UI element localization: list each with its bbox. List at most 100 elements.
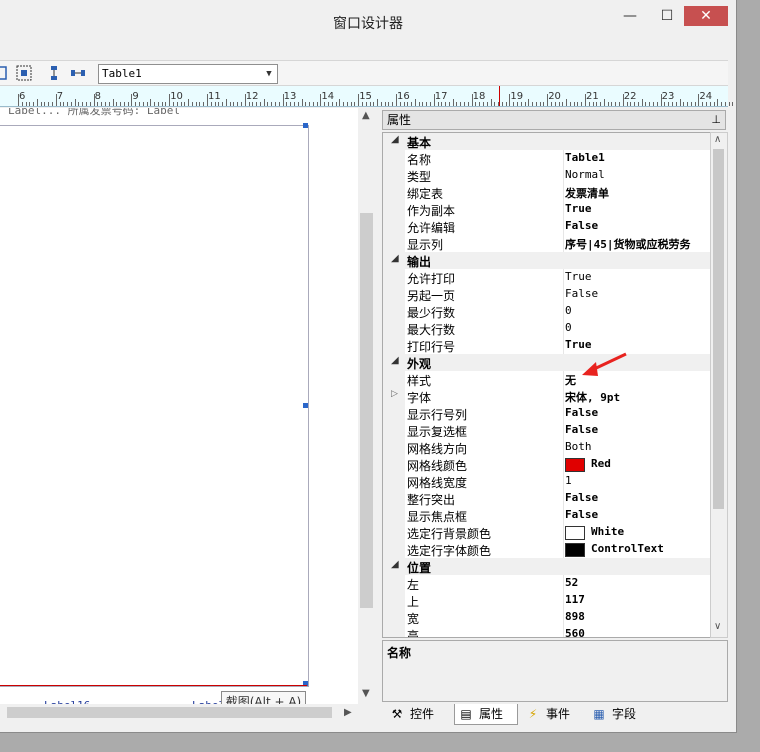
canvas-horizontal-scrollbar[interactable]: ▶ — [0, 704, 358, 721]
property-row[interactable]: 样式 无 — [383, 371, 711, 388]
ruler-tick — [396, 94, 397, 106]
scroll-right-icon[interactable]: ▶ — [344, 707, 352, 718]
center-selection-icon[interactable] — [16, 65, 32, 81]
ruler-number: 9 — [132, 91, 139, 102]
property-value[interactable]: Both — [565, 440, 592, 453]
ruler-tick — [660, 94, 662, 106]
property-row[interactable]: ▷ 字体 宋体, 9pt — [383, 388, 711, 405]
minimize-button[interactable]: — — [610, 6, 650, 26]
property-row[interactable]: 显示行号列 False — [383, 405, 711, 422]
property-row[interactable]: 绑定表 发票清单 — [383, 184, 711, 201]
title-bar[interactable]: 窗口设计器 — ☐ ✕ — [0, 0, 736, 40]
property-row[interactable]: 显示复选框 False — [383, 422, 711, 439]
collapse-icon[interactable]: ◢ — [391, 559, 399, 570]
property-row[interactable]: 网格线颜色 Red — [383, 456, 711, 473]
tab-events[interactable]: ⚡ 事件 — [526, 704, 582, 724]
property-value[interactable]: False — [565, 219, 598, 232]
property-row[interactable]: 宽 898 — [383, 609, 711, 626]
property-value[interactable]: 序号|45|货物或应税劳务 — [565, 236, 691, 252]
property-row[interactable]: 打印行号 True — [383, 337, 711, 354]
property-row[interactable]: 网格线方向 Both — [383, 439, 711, 456]
property-category[interactable]: ◢ 外观 — [383, 354, 711, 371]
property-row[interactable]: 选定行字体颜色 ControlText — [383, 541, 711, 558]
align-grid-icon[interactable] — [0, 65, 12, 81]
property-value[interactable]: False — [565, 406, 598, 419]
property-value[interactable]: 发票清单 — [565, 185, 609, 201]
property-value[interactable]: 无 — [565, 372, 576, 388]
horizontal-spacing-icon[interactable] — [70, 65, 86, 81]
property-name: 网格线颜色 — [407, 459, 468, 473]
property-row[interactable]: 作为副本 True — [383, 201, 711, 218]
resize-handle[interactable] — [303, 123, 308, 128]
property-value[interactable]: 宋体, 9pt — [565, 389, 620, 405]
property-value[interactable]: 1 — [565, 474, 572, 487]
ruler-tick — [422, 102, 424, 106]
maximize-button[interactable]: ☐ — [650, 6, 684, 26]
tab-controls[interactable]: ⚒ 控件 — [390, 704, 450, 724]
property-value[interactable]: 0 — [565, 321, 572, 334]
property-value[interactable]: 117 — [565, 593, 585, 606]
property-row[interactable]: 另起一页 False — [383, 286, 711, 303]
scroll-down-icon[interactable]: ▼ — [362, 688, 370, 699]
property-value[interactable]: False — [565, 508, 598, 521]
property-value[interactable]: 898 — [565, 610, 585, 623]
vertical-spacing-icon[interactable] — [46, 65, 62, 81]
collapse-icon[interactable]: ◢ — [391, 355, 399, 366]
property-category[interactable]: ◢ 输出 — [383, 252, 711, 269]
close-button[interactable]: ✕ — [684, 6, 728, 26]
collapse-icon[interactable]: ◢ — [391, 134, 399, 145]
property-row[interactable]: 显示焦点框 False — [383, 507, 711, 524]
scroll-thumb[interactable] — [713, 149, 724, 509]
collapse-icon[interactable]: ◢ — [391, 253, 399, 264]
property-category[interactable]: ◢ 基本 — [383, 133, 711, 150]
property-row[interactable]: 最大行数 0 — [383, 320, 711, 337]
chevron-down-icon[interactable]: ▼ — [263, 66, 275, 82]
ruler-tick — [717, 99, 719, 106]
scroll-up-icon[interactable]: ▲ — [362, 110, 370, 121]
property-row[interactable]: 显示列 序号|45|货物或应税劳务 — [383, 235, 711, 252]
property-value[interactable]: Red — [591, 457, 611, 470]
property-value[interactable]: ControlText — [591, 542, 664, 555]
chevron-down-icon[interactable]: ∨ — [714, 621, 721, 632]
table-control[interactable] — [0, 125, 309, 687]
property-row[interactable]: 高 560 — [383, 626, 711, 637]
ruler-tick — [33, 102, 35, 106]
property-value[interactable]: False — [565, 287, 598, 300]
property-value[interactable]: Normal — [565, 168, 605, 181]
tab-fields[interactable]: ▦ 字段 — [592, 704, 648, 724]
ruler-tick — [668, 102, 670, 106]
expand-icon[interactable]: ▷ — [391, 389, 398, 399]
property-value[interactable]: 0 — [565, 304, 572, 317]
property-value[interactable]: False — [565, 423, 598, 436]
property-row[interactable]: 选定行背景颜色 White — [383, 524, 711, 541]
property-value[interactable]: False — [565, 491, 598, 504]
property-row[interactable]: 左 52 — [383, 575, 711, 592]
property-value[interactable]: 560 — [565, 627, 585, 637]
property-row[interactable]: 允许编辑 False — [383, 218, 711, 235]
scroll-thumb[interactable] — [360, 213, 373, 608]
scroll-thumb[interactable] — [7, 707, 332, 718]
property-grid-scrollbar[interactable]: ∧ ∨ — [710, 132, 728, 638]
property-row[interactable]: 网格线宽度 1 — [383, 473, 711, 490]
control-select-combo[interactable]: Table1 ▼ — [98, 64, 278, 84]
design-canvas[interactable]: Label... 所属发票号码: Label Label16 Label17 截… — [0, 108, 358, 708]
property-row[interactable]: 最少行数 0 — [383, 303, 711, 320]
property-row[interactable]: 整行突出 False — [383, 490, 711, 507]
property-value[interactable]: True — [565, 202, 592, 215]
property-row[interactable]: 名称 Table1 — [383, 150, 711, 167]
property-row[interactable]: 允许打印 True — [383, 269, 711, 286]
property-grid[interactable]: ◢ 基本 名称 Table1 类型 Normal 绑定表 发票清单 作为副本 True 允许编辑 Fa… — [382, 132, 712, 638]
property-row[interactable]: 上 117 — [383, 592, 711, 609]
canvas-vertical-scrollbar[interactable]: ▲ ▼ — [358, 108, 375, 704]
property-value[interactable]: True — [565, 270, 592, 283]
resize-handle[interactable] — [303, 403, 308, 408]
property-value[interactable]: White — [591, 525, 624, 538]
pin-icon[interactable]: ⊥ — [711, 111, 721, 129]
tab-properties[interactable]: ▤ 属性 — [454, 704, 518, 725]
ruler-tick — [585, 94, 586, 106]
property-value[interactable]: Table1 — [565, 151, 605, 164]
property-value[interactable]: 52 — [565, 576, 578, 589]
property-row[interactable]: 类型 Normal — [383, 167, 711, 184]
property-category[interactable]: ◢ 位置 — [383, 558, 711, 575]
chevron-up-icon[interactable]: ∧ — [714, 134, 721, 145]
